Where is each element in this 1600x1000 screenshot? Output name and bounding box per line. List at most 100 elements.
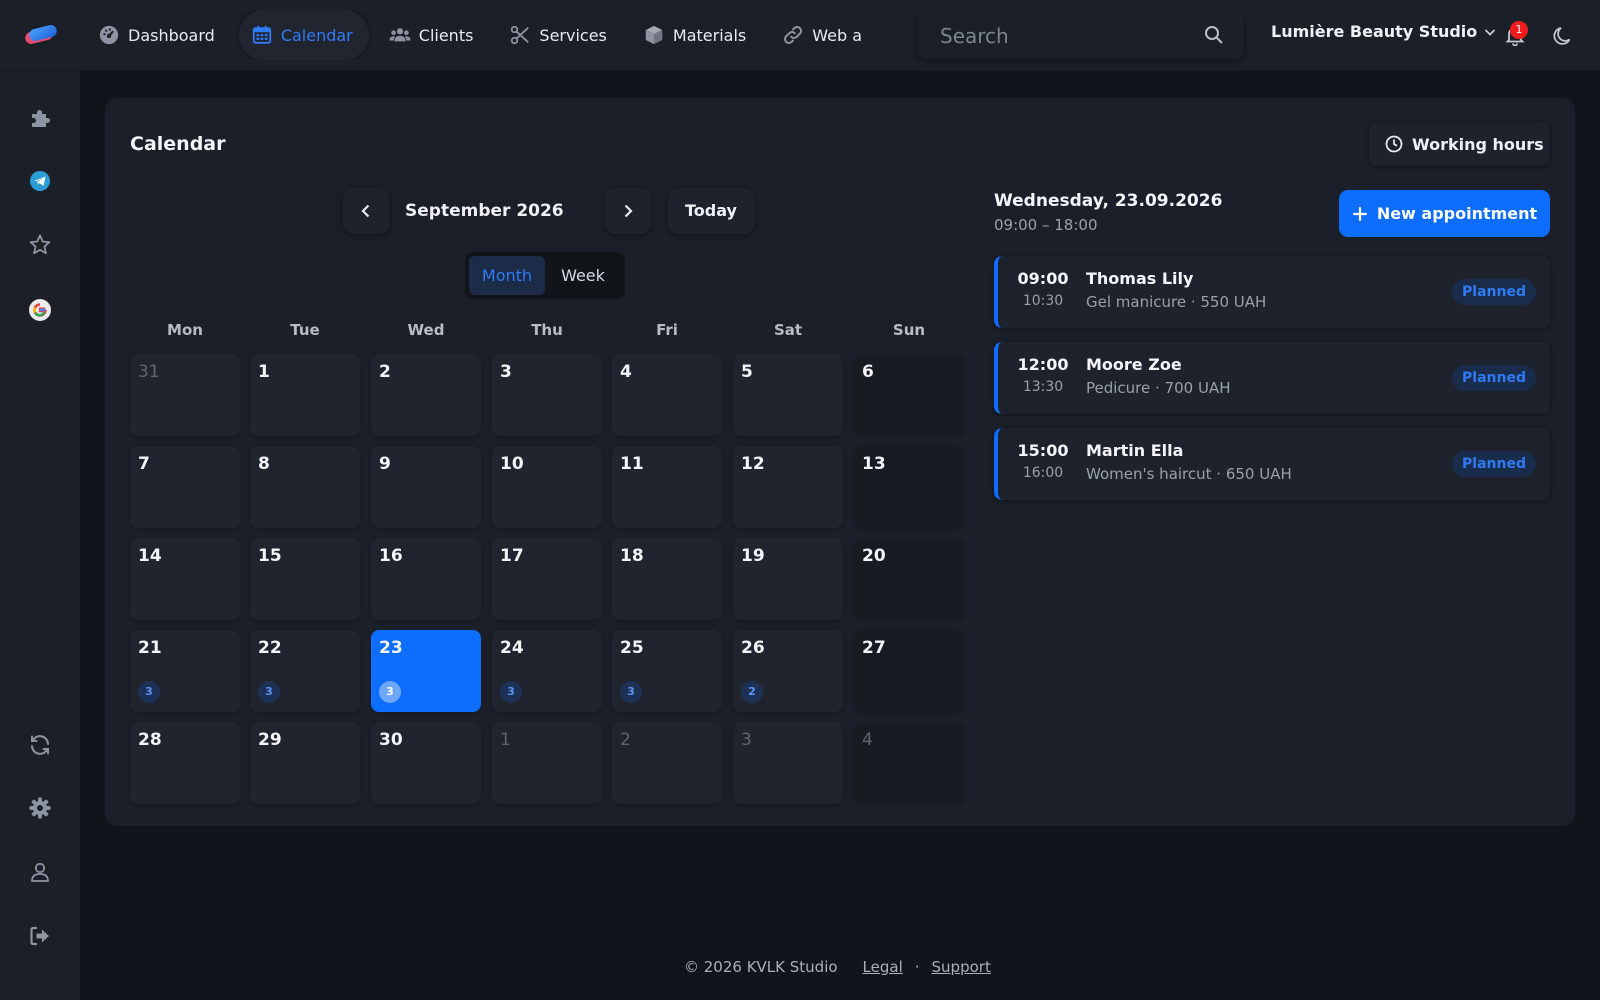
calendar-day[interactable]: 25 3	[612, 630, 722, 712]
clock-icon	[1385, 135, 1403, 153]
calendar-day[interactable]: 6	[854, 354, 964, 436]
calendar-day[interactable]: 3	[733, 722, 843, 804]
calendar-day[interactable]: 8	[250, 446, 360, 528]
calendar-day[interactable]: 21 3	[130, 630, 240, 712]
next-month-button[interactable]	[605, 188, 651, 234]
puzzle-icon[interactable]	[28, 106, 52, 130]
dashboard-icon	[99, 25, 119, 45]
search-icon[interactable]	[1204, 25, 1224, 45]
day-number: 7	[138, 454, 150, 474]
moon-icon[interactable]	[1552, 25, 1574, 47]
appointment-start-time: 12:00	[1017, 355, 1069, 374]
studio-selector[interactable]: Lumière Beauty Studio	[1271, 22, 1497, 41]
calendar-icon	[252, 25, 271, 44]
calendar-day[interactable]: 27	[854, 630, 964, 712]
day-number: 1	[258, 362, 270, 382]
sync-icon[interactable]	[28, 733, 52, 757]
calendar-day[interactable]: 15	[250, 538, 360, 620]
calendar-day[interactable]: 10	[492, 446, 602, 528]
appointment-card[interactable]: 12:00 13:30 Moore Zoe Pedicure · 700 UAH Pla…	[994, 342, 1550, 414]
nav-web[interactable]: Web a	[770, 10, 878, 60]
day-number: 6	[862, 362, 874, 382]
calendar-day[interactable]: 1	[250, 354, 360, 436]
nav-clients[interactable]: Clients	[377, 10, 490, 60]
calendar-day[interactable]: 31	[130, 354, 240, 436]
nav-dashboard[interactable]: Dashboard	[86, 10, 231, 60]
telegram-icon[interactable]	[28, 169, 52, 193]
nav-calendar[interactable]: Calendar	[238, 10, 369, 60]
day-number: 23	[379, 638, 403, 658]
support-link[interactable]: Support	[932, 958, 991, 976]
working-hours-button[interactable]: Working hours	[1369, 122, 1549, 166]
calendar-day[interactable]: 17	[492, 538, 602, 620]
appointment-details: Gel manicure · 550 UAH	[1086, 293, 1267, 311]
day-number: 4	[620, 362, 632, 382]
calendar-day[interactable]: 20	[854, 538, 964, 620]
today-button[interactable]: Today	[668, 188, 754, 234]
legal-link[interactable]: Legal	[863, 958, 903, 976]
day-number: 9	[379, 454, 391, 474]
day-number: 13	[862, 454, 886, 474]
weekday-label: Wed	[407, 321, 445, 339]
nav-services[interactable]: Services	[497, 10, 622, 60]
calendar-day[interactable]: 2	[371, 354, 481, 436]
current-month-label: September 2026	[405, 201, 564, 221]
calendar-day[interactable]: 7	[130, 446, 240, 528]
status-badge: Planned	[1452, 279, 1536, 305]
calendar-day[interactable]: 3	[492, 354, 602, 436]
user-icon[interactable]	[28, 860, 52, 884]
calendar-day[interactable]: 22 3	[250, 630, 360, 712]
calendar-day[interactable]: 29	[250, 722, 360, 804]
calendar-day[interactable]: 5	[733, 354, 843, 436]
nav-dashboard-label: Dashboard	[128, 25, 215, 45]
day-number: 12	[741, 454, 765, 474]
calendar-day[interactable]: 18	[612, 538, 722, 620]
google-icon[interactable]	[28, 298, 52, 322]
status-badge: Planned	[1452, 365, 1536, 391]
view-month-button[interactable]: Month	[469, 256, 545, 295]
calendar-day-selected[interactable]: 23 3	[371, 630, 481, 712]
nav-materials-label: Materials	[672, 25, 747, 45]
calendar-day[interactable]: 16	[371, 538, 481, 620]
gear-icon[interactable]	[28, 796, 52, 820]
calendar-day[interactable]: 26 2	[733, 630, 843, 712]
calendar-day[interactable]: 28	[130, 722, 240, 804]
calendar-day[interactable]: 30	[371, 722, 481, 804]
appointment-count-badge: 3	[620, 681, 642, 703]
appointment-end-time: 10:30	[1022, 293, 1064, 309]
day-number: 19	[741, 546, 765, 566]
view-week-button[interactable]: Week	[545, 256, 621, 295]
logout-icon[interactable]	[28, 924, 52, 948]
calendar-day[interactable]: 1	[492, 722, 602, 804]
working-hours-label: Working hours	[1412, 134, 1544, 154]
star-icon[interactable]	[28, 233, 52, 257]
appointment-card[interactable]: 09:00 10:30 Thomas Lily Gel manicure · 550 …	[994, 256, 1550, 328]
nav-materials[interactable]: Materials	[631, 10, 762, 60]
calendar-day[interactable]: 13	[854, 446, 964, 528]
calendar-day[interactable]: 12	[733, 446, 843, 528]
selected-day-hours: 09:00 – 18:00	[994, 216, 1098, 234]
calendar-day[interactable]: 24 3	[492, 630, 602, 712]
calendar-day[interactable]: 19	[733, 538, 843, 620]
copyright-text: © 2026 KVLK Studio	[684, 958, 838, 976]
day-number: 3	[500, 362, 512, 382]
day-number: 5	[741, 362, 753, 382]
footer-separator: ·	[914, 958, 920, 976]
calendar-day[interactable]: 4	[854, 722, 964, 804]
studio-name: Lumière Beauty Studio	[1271, 22, 1478, 41]
calendar-day[interactable]: 2	[612, 722, 722, 804]
search-input[interactable]	[918, 12, 1244, 59]
box-icon	[645, 25, 663, 45]
calendar-day[interactable]: 11	[612, 446, 722, 528]
new-appointment-button[interactable]: New appointment	[1339, 190, 1550, 237]
nav-clients-label: Clients	[418, 25, 474, 45]
previous-month-button[interactable]	[343, 188, 389, 234]
calendar-day[interactable]: 14	[130, 538, 240, 620]
calendar-card: Calendar Working hours September 2026 To…	[105, 98, 1575, 826]
calendar-day[interactable]: 9	[371, 446, 481, 528]
calendar-day[interactable]: 4	[612, 354, 722, 436]
day-number: 14	[138, 546, 162, 566]
app-logo-icon[interactable]	[24, 24, 58, 46]
appointment-end-time: 16:00	[1022, 465, 1064, 481]
appointment-card[interactable]: 15:00 16:00 Martin Ella Women's haircut · 6…	[994, 428, 1550, 500]
